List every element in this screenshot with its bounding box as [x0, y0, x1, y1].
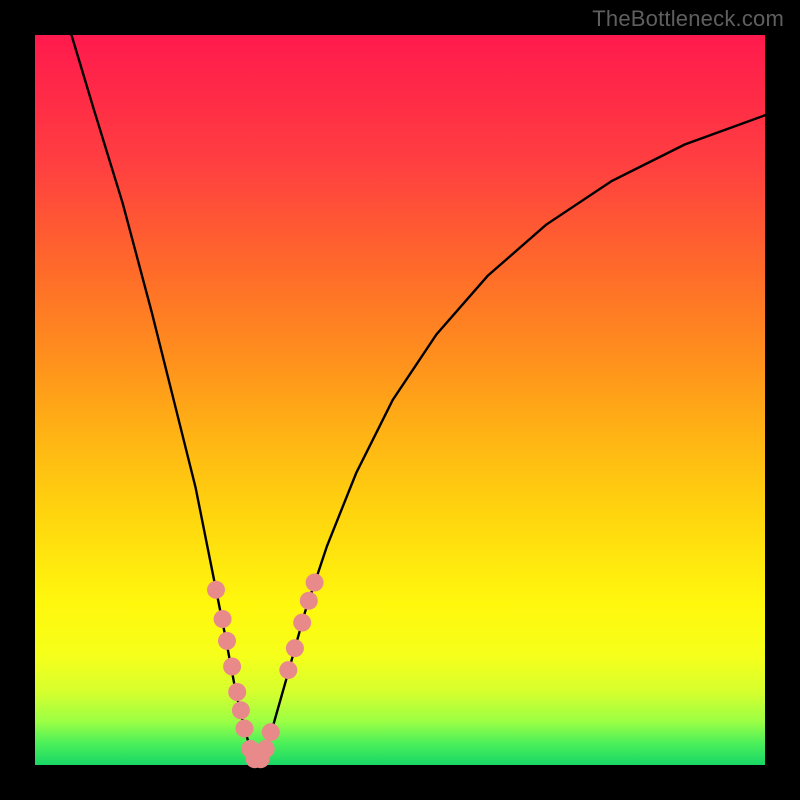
marker-dot [223, 658, 241, 676]
marker-dot [279, 661, 297, 679]
marker-dot [236, 720, 254, 738]
marker-dot [214, 610, 232, 628]
marker-dot [207, 581, 225, 599]
marker-dot [293, 614, 311, 632]
chart-frame: TheBottleneck.com [0, 0, 800, 800]
bottleneck-curve [72, 35, 766, 763]
marker-dot [228, 683, 246, 701]
marker-dot [300, 592, 318, 610]
marker-dot [286, 639, 304, 657]
watermark-text: TheBottleneck.com [592, 6, 784, 32]
marker-dot [257, 740, 275, 758]
marker-group [207, 574, 324, 769]
marker-dot [306, 574, 324, 592]
chart-overlay [35, 35, 765, 765]
marker-dot [218, 632, 236, 650]
marker-dot [232, 701, 250, 719]
marker-dot [262, 723, 280, 741]
